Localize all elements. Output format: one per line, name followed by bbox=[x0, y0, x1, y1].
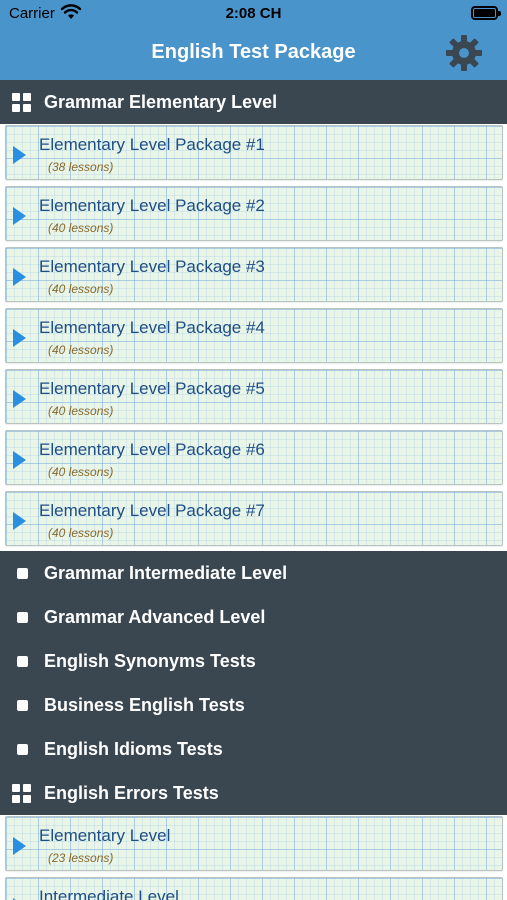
grid-icon bbox=[12, 784, 31, 803]
section-grammar-intermediate[interactable]: Grammar Intermediate Level bbox=[0, 551, 507, 595]
play-arrow-icon bbox=[13, 268, 26, 286]
lesson-count: (23 lessons) bbox=[48, 851, 114, 865]
section-english-synonyms[interactable]: English Synonyms Tests bbox=[0, 639, 507, 683]
status-bar: Carrier 2:08 CH bbox=[0, 0, 507, 28]
package-row-errors-elementary[interactable]: Elementary Level (23 lessons) bbox=[5, 816, 503, 871]
package-name: Elementary Level Package #6 bbox=[39, 440, 265, 459]
play-arrow-icon bbox=[13, 146, 26, 164]
section-label: Grammar Advanced Level bbox=[44, 607, 266, 627]
gear-icon[interactable] bbox=[445, 34, 483, 72]
square-icon bbox=[17, 744, 28, 755]
section-english-idioms[interactable]: English Idioms Tests bbox=[0, 727, 507, 771]
package-name: Elementary Level Package #7 bbox=[39, 501, 265, 520]
clock: 2:08 CH bbox=[225, 5, 282, 22]
package-row-elementary-6[interactable]: Elementary Level Package #6 (40 lessons) bbox=[5, 430, 503, 485]
section-english-errors[interactable]: English Errors Tests bbox=[0, 771, 507, 815]
section-label: Grammar Elementary Level bbox=[44, 92, 278, 112]
lesson-count: (40 lessons) bbox=[48, 221, 114, 235]
package-name: Elementary Level Package #5 bbox=[39, 379, 265, 398]
nav-bar: English Test Package bbox=[0, 28, 507, 80]
square-icon bbox=[17, 700, 28, 711]
play-arrow-icon bbox=[13, 837, 26, 855]
play-arrow-icon bbox=[13, 451, 26, 469]
square-icon bbox=[17, 612, 28, 623]
play-arrow-icon bbox=[13, 512, 26, 530]
package-name: Elementary Level Package #2 bbox=[39, 196, 265, 215]
section-label: English Idioms Tests bbox=[44, 739, 223, 759]
package-row-errors-intermediate[interactable]: Intermediate Level bbox=[5, 877, 503, 900]
lesson-count: (38 lessons) bbox=[48, 160, 114, 174]
battery-icon bbox=[471, 6, 501, 20]
lesson-count: (40 lessons) bbox=[48, 465, 114, 479]
package-row-elementary-1[interactable]: Elementary Level Package #1 (38 lessons) bbox=[5, 125, 503, 180]
section-label: English Synonyms Tests bbox=[44, 651, 256, 671]
section-label: English Errors Tests bbox=[44, 783, 219, 803]
package-name: Elementary Level bbox=[39, 826, 171, 845]
package-name: Elementary Level Package #3 bbox=[39, 257, 265, 276]
grid-icon bbox=[12, 93, 31, 112]
package-row-elementary-4[interactable]: Elementary Level Package #4 (40 lessons) bbox=[5, 308, 503, 363]
package-name: Elementary Level Package #4 bbox=[39, 318, 265, 337]
play-arrow-icon bbox=[13, 329, 26, 347]
play-arrow-icon bbox=[13, 207, 26, 225]
section-label: Grammar Intermediate Level bbox=[44, 563, 288, 583]
section-grammar-elementary[interactable]: Grammar Elementary Level bbox=[0, 80, 507, 124]
package-name: Intermediate Level bbox=[39, 887, 179, 900]
package-row-elementary-2[interactable]: Elementary Level Package #2 (40 lessons) bbox=[5, 186, 503, 241]
package-row-elementary-3[interactable]: Elementary Level Package #3 (40 lessons) bbox=[5, 247, 503, 302]
package-name: Elementary Level Package #1 bbox=[39, 135, 265, 154]
lesson-count: (40 lessons) bbox=[48, 526, 114, 540]
play-arrow-icon bbox=[13, 390, 26, 408]
section-label: Business English Tests bbox=[44, 695, 245, 715]
square-icon bbox=[17, 568, 28, 579]
page-title: English Test Package bbox=[151, 41, 356, 63]
section-grammar-advanced[interactable]: Grammar Advanced Level bbox=[0, 595, 507, 639]
square-icon bbox=[17, 656, 28, 667]
lesson-count: (40 lessons) bbox=[48, 282, 114, 296]
lesson-count: (40 lessons) bbox=[48, 404, 114, 418]
lesson-count: (40 lessons) bbox=[48, 343, 114, 357]
section-business-english[interactable]: Business English Tests bbox=[0, 683, 507, 727]
package-row-elementary-5[interactable]: Elementary Level Package #5 (40 lessons) bbox=[5, 369, 503, 424]
package-row-elementary-7[interactable]: Elementary Level Package #7 (40 lessons) bbox=[5, 491, 503, 546]
